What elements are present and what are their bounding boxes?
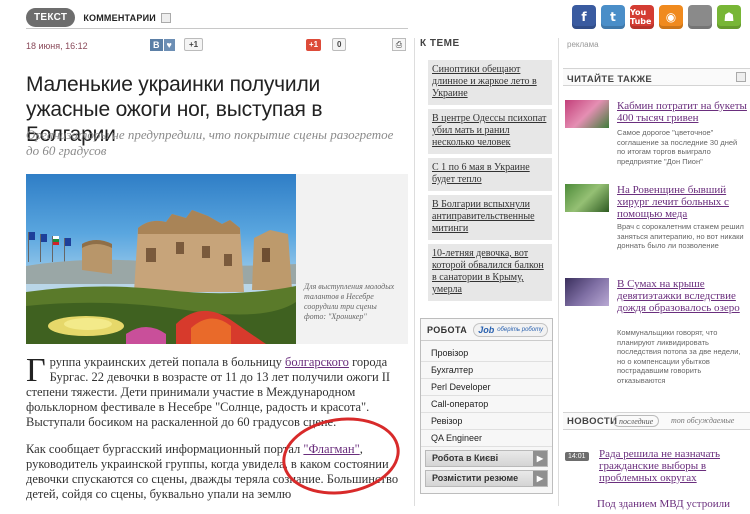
jobs-list: Провізор Бухгалтер Perl Developer Call-о… <box>421 341 552 447</box>
job-logo-sub: оберіть роботу <box>497 326 543 333</box>
paragraph-2: Как сообщает бургасский информационный п… <box>26 442 406 502</box>
story-text: Коммунальщики говорят, что планируют лик… <box>617 328 741 385</box>
arrow-right-icon: ▶ <box>533 451 547 466</box>
article-lead: Организаторы не предупредили, что покрыт… <box>26 127 394 158</box>
tab-text[interactable]: ТЕКСТ <box>26 8 76 27</box>
link-bulgarian[interactable]: болгарского <box>285 355 349 369</box>
job-logo[interactable]: Job оберіть роботу <box>473 322 548 337</box>
collapse-icon[interactable] <box>736 72 746 82</box>
rss-icon[interactable]: ◉ <box>659 5 683 29</box>
jobs-widget: РОБОТА Job оберіть роботу Провізор Бухга… <box>420 318 553 494</box>
read-also-title: ЧИТАЙТЕ ТАКЖЕ <box>567 74 653 85</box>
link-flagman[interactable]: "Флагман" <box>303 442 359 456</box>
photo-caption-text: Для выступления молодых талантов в Несеб… <box>304 282 395 311</box>
heart-icon: ♥ <box>162 39 175 51</box>
story-thumbnail[interactable] <box>565 100 609 128</box>
story-text: Самое дорогое "цветочное" соглашение за … <box>617 128 738 166</box>
news-headline[interactable]: Рада решила не назначать гражданские выб… <box>599 448 745 484</box>
related-item[interactable]: 10-летняя девочка, вот которой обвалился… <box>428 244 552 301</box>
facebook-icon[interactable]: f <box>572 5 596 29</box>
twitter-icon[interactable]: t <box>601 5 625 29</box>
news-header: НОВОСТИ последние топ обсуждаемые <box>563 412 750 430</box>
job-item[interactable]: Бухгалтер <box>421 362 552 379</box>
story-text: Врач с сорокалетним стажем решил занятьс… <box>617 222 744 250</box>
dropcap: Г <box>26 352 46 389</box>
gplus-button[interactable]: +1 <box>306 39 322 51</box>
column-divider-right <box>558 38 559 506</box>
article-photo-block: Для выступления молодых талантов в Несеб… <box>26 174 408 344</box>
related-item[interactable]: Синоптики обещают длинное и жаркое лето … <box>428 60 552 105</box>
news-headline-next[interactable]: Под зданием МВД устроили <box>597 498 743 510</box>
related-topics-list: Синоптики обещают длинное и жаркое лето … <box>428 60 552 301</box>
jobs-title: РОБОТА <box>427 324 468 335</box>
vk-like-button[interactable]: В ♥ <box>150 39 175 51</box>
read-also-header: ЧИТАЙТЕ ТАКЖЕ <box>563 68 750 86</box>
job-item[interactable]: Провізор <box>421 345 552 362</box>
gplus-count: 0 <box>332 38 347 51</box>
job-item[interactable]: Call-оператор <box>421 396 552 413</box>
fortress-ruins-image <box>26 210 296 344</box>
publish-date: 18 июня, 16:12 <box>26 41 88 51</box>
arrow-right-icon: ▶ <box>533 471 547 486</box>
p1-start: руппа украинских детей попала в больницу <box>49 355 286 369</box>
job-logo-main: Job <box>478 324 495 335</box>
article-tabs: ТЕКСТ КОММЕНТАРИИ <box>26 8 171 27</box>
apple-icon[interactable] <box>688 5 712 29</box>
print-icon[interactable]: ⎙ <box>392 38 406 51</box>
news-title: НОВОСТИ <box>567 416 618 427</box>
paragraph-1: Группа украинских детей попала в больниц… <box>26 352 406 430</box>
related-topics: К ТЕМЕ Синоптики обещают длинное и жарко… <box>420 38 553 305</box>
story-thumbnail[interactable] <box>565 184 609 212</box>
android-icon[interactable]: ☗ <box>717 5 741 29</box>
story-title[interactable]: В Сумах на крыше девятиэтажки вследствие… <box>617 278 747 314</box>
jobs-kyiv-label: Робота в Києві <box>432 453 499 463</box>
post-resume-label: Розмістити резюме <box>432 473 519 483</box>
news-time: 14:01 <box>565 452 589 461</box>
tab-comments[interactable]: КОММЕНТАРИИ <box>83 13 156 23</box>
related-item[interactable]: В центре Одессы психопат убил мать и ран… <box>428 109 552 154</box>
related-item[interactable]: С 1 по 6 мая в Украине будет тепло <box>428 158 552 191</box>
job-item[interactable]: QA Engineer <box>421 430 552 447</box>
jobs-kyiv-button[interactable]: Робота в Києві ▶ <box>425 450 548 467</box>
job-item[interactable]: Ревізор <box>421 413 552 430</box>
related-topics-title: К ТЕМЕ <box>420 38 460 49</box>
story-title[interactable]: Кабмин потратит на букеты 400 тысяч грив… <box>617 100 747 124</box>
tabs-divider <box>26 28 408 29</box>
ad-label: реклама <box>567 40 599 49</box>
photo-credit: фото: "Хроникер" <box>304 312 367 321</box>
p2-start: Как сообщает бургасский информационный п… <box>26 442 304 456</box>
tab-latest[interactable]: последние <box>613 415 660 427</box>
vk-like-count: +1 <box>184 38 204 51</box>
article-body: Группа украинских детей попала в больниц… <box>26 352 406 514</box>
post-resume-button[interactable]: Розмістити резюме ▶ <box>425 470 548 487</box>
column-divider-left <box>414 38 415 506</box>
article-meta: 18 июня, 16:12 В ♥ +1 +1 0 ⎙ <box>26 38 408 56</box>
vk-icon: В <box>150 39 163 51</box>
photo-caption: Для выступления молодых талантов в Несеб… <box>304 282 404 322</box>
social-links: f t You Tube ◉ ☗ <box>572 5 741 29</box>
story-thumbnail[interactable] <box>565 278 609 306</box>
youtube-icon[interactable]: You Tube <box>630 5 654 29</box>
comments-icon[interactable] <box>160 12 171 23</box>
article-photo <box>26 174 296 344</box>
related-item[interactable]: В Болгарии вспыхнули антиправительственн… <box>428 195 552 240</box>
job-item[interactable]: Perl Developer <box>421 379 552 396</box>
tab-top-discussed[interactable]: топ обсуждаемые <box>671 416 734 425</box>
story-title[interactable]: На Ровенщине бывший хирург лечит больных… <box>617 184 747 220</box>
jobs-header: РОБОТА Job оберіть роботу <box>421 319 552 341</box>
